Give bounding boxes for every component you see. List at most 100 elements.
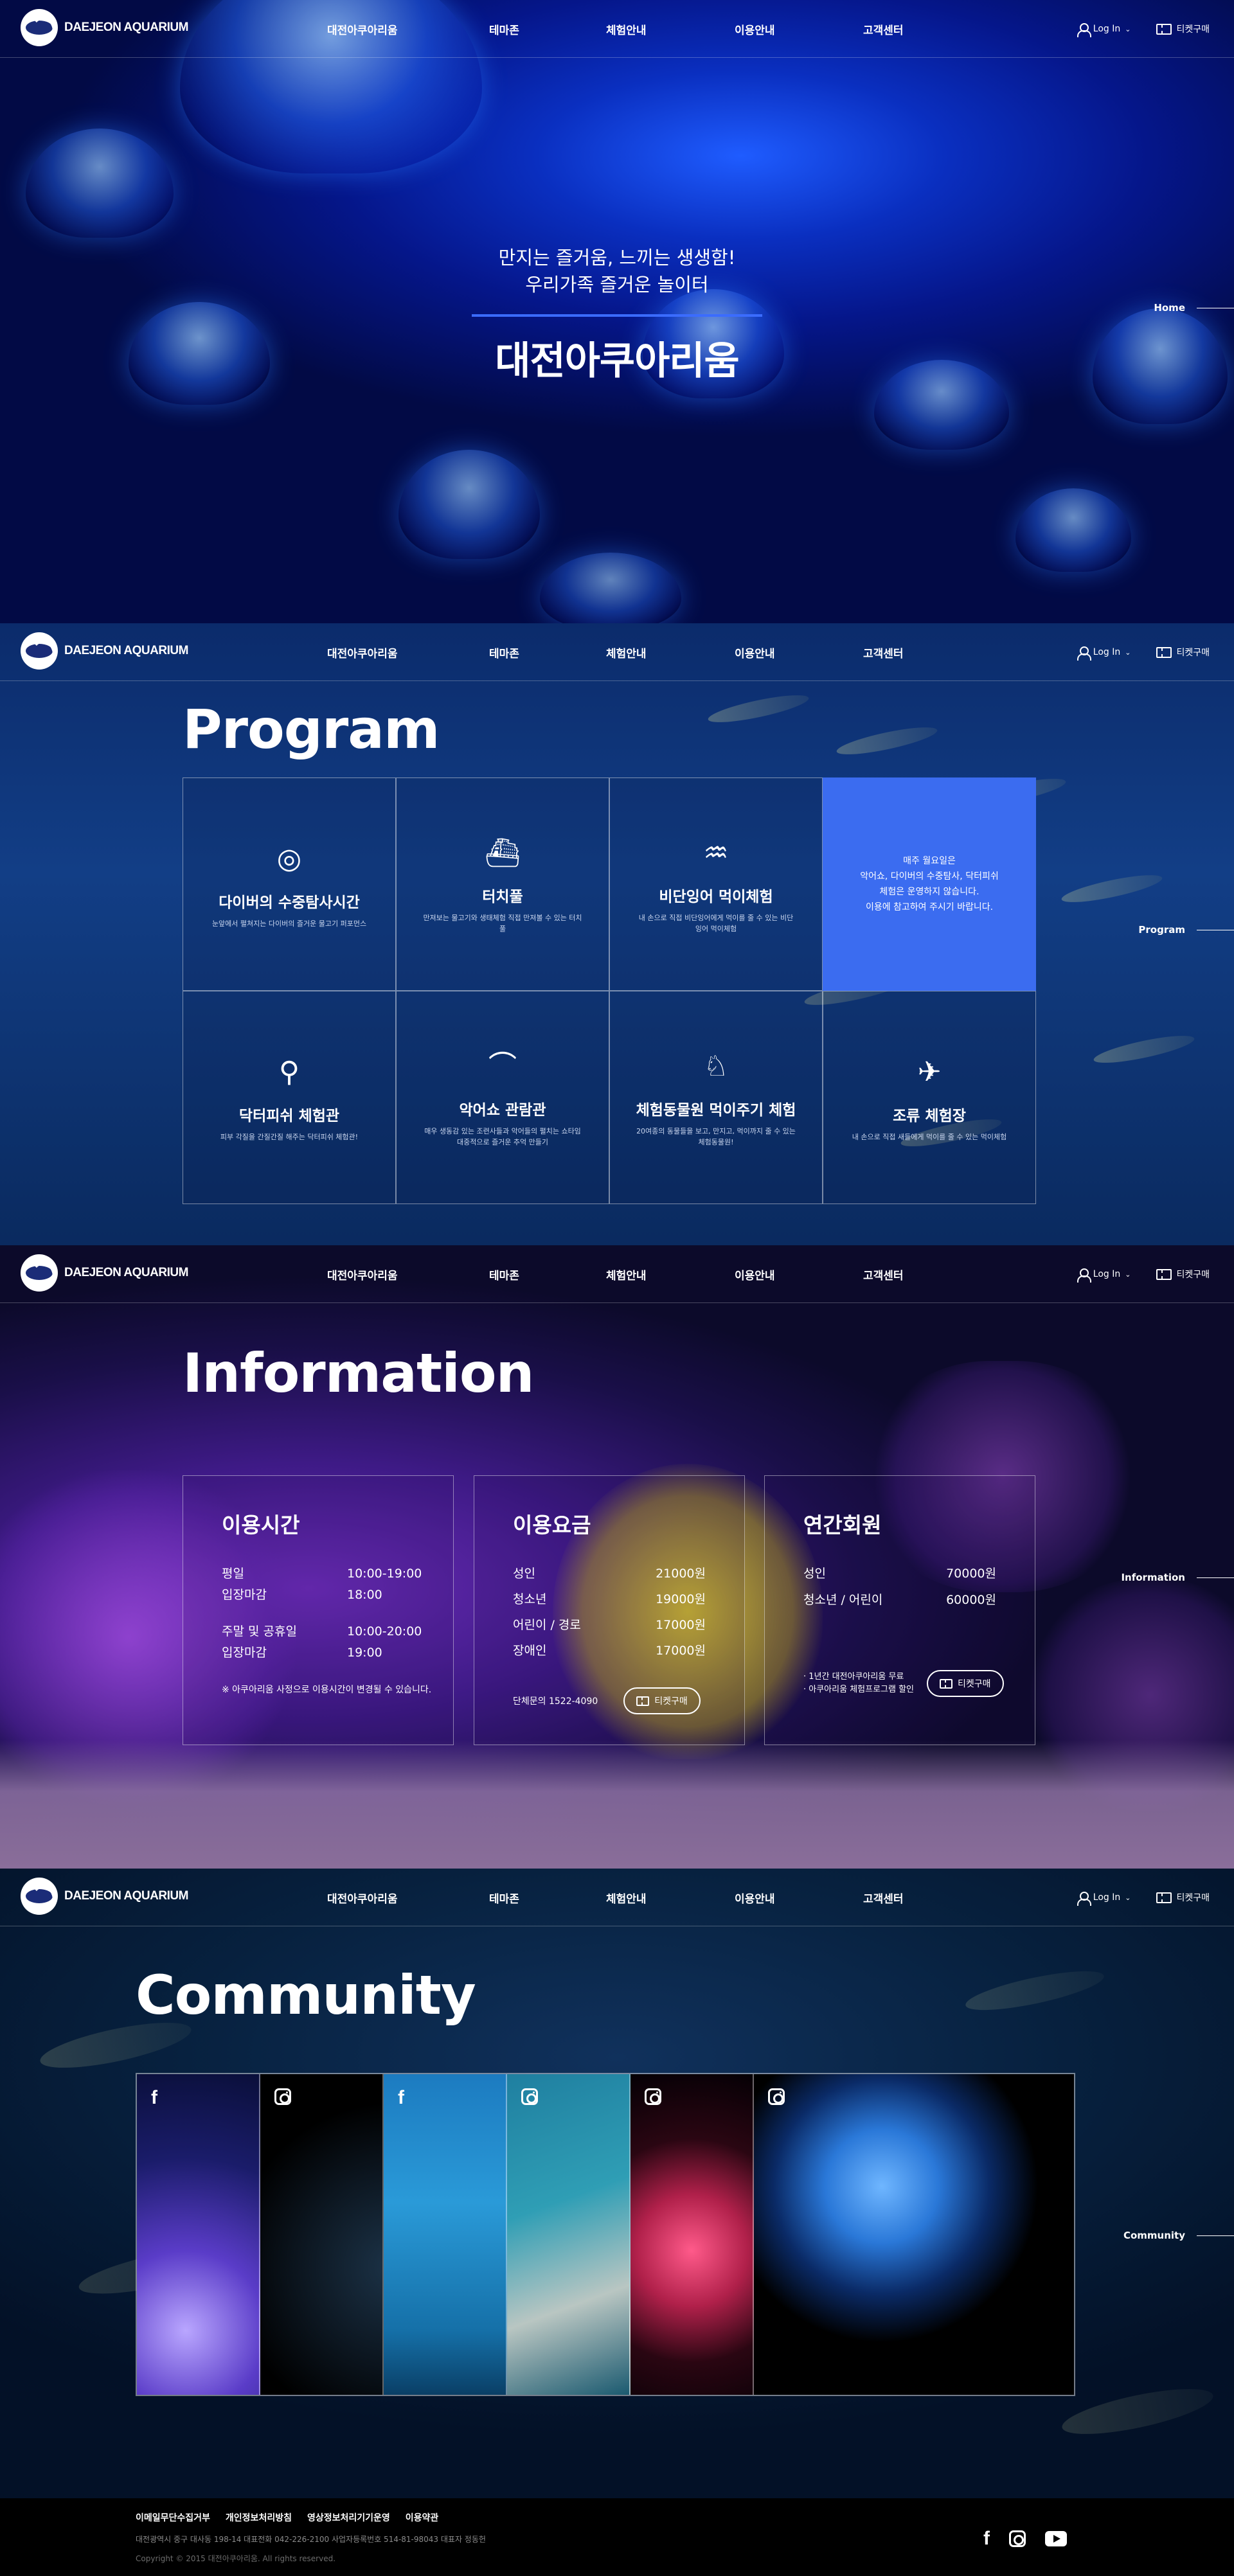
login-button[interactable]: Log In ⌄: [1077, 23, 1131, 37]
community-title: Community: [136, 1964, 476, 2027]
fee-row: 청소년 19000원: [513, 1589, 706, 1610]
login-label: Log In: [1093, 1269, 1121, 1279]
footer-link-privacy[interactable]: 개인정보처리방침: [226, 2511, 292, 2524]
login-label: Log In: [1093, 24, 1121, 34]
annual-footer: · 1년간 대전아쿠아리움 무료 · 아쿠아리움 체험프로그램 할인 티켓구매: [803, 1670, 1035, 1697]
nav-item-support[interactable]: 고객센터: [863, 21, 904, 37]
community-post[interactable]: [630, 2074, 754, 2395]
chevron-down-icon: ⌄: [1125, 1893, 1131, 1902]
section-indicator-community[interactable]: Community: [1123, 2230, 1234, 2241]
fee-row: 성인 21000원: [513, 1563, 706, 1585]
site-logo[interactable]: DAEJEON AQUARIUM: [21, 1254, 188, 1292]
program-card-desc: 내 손으로 직접 새들에게 먹이를 줄 수 있는 먹이체험: [852, 1132, 1007, 1141]
fee-label: 청소년: [513, 1592, 547, 1606]
nav-item-experience[interactable]: 체험안내: [606, 1266, 647, 1283]
nav-item-experience[interactable]: 체험안내: [606, 1890, 647, 1906]
nav-item-themezone[interactable]: 테마존: [489, 21, 519, 37]
instagram-icon: [645, 2088, 661, 2105]
nav-item-aquarium[interactable]: 대전아쿠아리움: [327, 1266, 397, 1283]
program-card-koi[interactable]: ♒ 비단잉어 먹이체험 내 손으로 직접 비단잉어에게 먹이를 줄 수 있는 비…: [609, 777, 823, 991]
nav-item-themezone[interactable]: 테마존: [489, 644, 519, 661]
nav-item-support[interactable]: 고객센터: [863, 644, 904, 661]
section-indicator-home[interactable]: Home: [1154, 302, 1234, 314]
hero-divider: [472, 314, 762, 317]
nav-item-usage[interactable]: 이용안내: [735, 1890, 775, 1906]
section-indicator-information[interactable]: Information: [1121, 1572, 1234, 1583]
community-post[interactable]: [260, 2074, 384, 2395]
site-logo[interactable]: DAEJEON AQUARIUM: [21, 9, 188, 46]
site-logo[interactable]: DAEJEON AQUARIUM: [21, 632, 188, 670]
ticket-button[interactable]: 티켓구매: [1156, 1268, 1210, 1281]
logo-text: DAEJEON AQUARIUM: [64, 1889, 188, 1903]
nav-item-support[interactable]: 고객센터: [863, 1266, 904, 1283]
annual-row: 성인 70000원: [803, 1563, 996, 1585]
program-card-petting-zoo[interactable]: ♘ 체험동물원 먹이주기 체험 20여종의 동물들을 보고, 만지고, 먹이까지…: [609, 991, 823, 1204]
nav-item-themezone[interactable]: 테마존: [489, 1890, 519, 1906]
section-indicator-label: Information: [1121, 1572, 1185, 1583]
youtube-icon[interactable]: [1045, 2531, 1067, 2546]
nav-item-aquarium[interactable]: 대전아쿠아리움: [327, 1890, 397, 1906]
section-indicator-label: Community: [1123, 2230, 1185, 2241]
hours-row: 입장마감 19:00: [222, 1642, 453, 1664]
hero-subtitle-2: 우리가족 즐거운 놀이터: [525, 274, 709, 296]
notice-line-1: 매주 월요일은: [903, 856, 956, 866]
ticket-icon: [636, 1696, 650, 1706]
site-logo[interactable]: DAEJEON AQUARIUM: [21, 1878, 188, 1915]
login-button[interactable]: Log In ⌄: [1077, 1268, 1131, 1283]
ticket-purchase-button[interactable]: 티켓구매: [623, 1687, 701, 1714]
bird-icon: ✈: [917, 1055, 942, 1088]
nav-item-usage[interactable]: 이용안내: [735, 21, 775, 37]
footer-link-email-policy[interactable]: 이메일무단수집거부: [136, 2511, 210, 2524]
nav-item-usage[interactable]: 이용안내: [735, 1266, 775, 1283]
header-utilities: Log In ⌄ 티켓구매: [1077, 623, 1210, 681]
nav-item-experience[interactable]: 체험안내: [606, 21, 647, 37]
annual-heading: 연간회원: [803, 1513, 882, 1538]
hours-label: 주말 및 공휴일: [222, 1624, 297, 1639]
login-button[interactable]: Log In ⌄: [1077, 1892, 1131, 1906]
ticket-icon: [1156, 23, 1172, 35]
hero-subtitle-1: 만지는 즐거움, 느끼는 생생함!: [498, 247, 736, 269]
program-card-desc: 내 손으로 직접 비단잉어에게 먹이를 줄 수 있는 비단잉어 먹이체험: [638, 914, 794, 933]
nav-item-themezone[interactable]: 테마존: [489, 1266, 519, 1283]
fee-row: 장애인 17000원: [513, 1640, 706, 1662]
ticket-button[interactable]: 티켓구매: [1156, 1891, 1210, 1904]
nav-item-aquarium[interactable]: 대전아쿠아리움: [327, 21, 397, 37]
program-card-doctorfish[interactable]: ⚲ 닥터피쉬 체험관 피부 각질을 간질간질 해주는 닥터피쉬 체험관!: [183, 991, 396, 1204]
nav-item-usage[interactable]: 이용안내: [735, 644, 775, 661]
login-button[interactable]: Log In ⌄: [1077, 646, 1131, 661]
ticket-purchase-label: 티켓구매: [654, 1696, 688, 1706]
instagram-icon[interactable]: [1009, 2530, 1026, 2547]
program-card-title: 조류 체험장: [893, 1107, 966, 1124]
program-card-touchpool[interactable]: ⛴ 터치풀 만져보는 물고기와 생태체험 직접 만져볼 수 있는 터치풀: [396, 777, 609, 991]
program-card-bird[interactable]: ✈ 조류 체험장 내 손으로 직접 새들에게 먹이를 줄 수 있는 먹이체험: [823, 991, 1036, 1204]
crocodile-icon: ⌒: [488, 1050, 517, 1083]
footer-link-terms[interactable]: 이용약관: [406, 2511, 439, 2524]
facebook-icon[interactable]: f: [983, 2529, 990, 2548]
community-post[interactable]: f: [137, 2074, 260, 2395]
ticket-button[interactable]: 티켓구매: [1156, 22, 1210, 35]
program-title: Program: [183, 698, 440, 761]
community-post[interactable]: f: [384, 2074, 507, 2395]
footer-link-cctv[interactable]: 영상정보처리기기운영: [307, 2511, 390, 2524]
ticket-label: 티켓구매: [1176, 1893, 1210, 1903]
nav-item-experience[interactable]: 체험안내: [606, 644, 647, 661]
section-indicator-program[interactable]: Program: [1138, 924, 1234, 936]
instagram-icon: [521, 2088, 538, 2105]
hours-value: 18:00: [347, 1588, 382, 1602]
program-notice-card: 매주 월요일은 악어쇼, 다이버의 수중탐사, 닥터피쉬 체험은 운영하지 않습…: [823, 777, 1036, 991]
fee-label: 어린이 / 경로: [513, 1618, 581, 1632]
doctor-fish-icon: ⚲: [278, 1055, 300, 1088]
program-card-desc: 피부 각질을 간질간질 해주는 닥터피쉬 체험관!: [220, 1132, 359, 1141]
annual-ticket-button[interactable]: 티켓구매: [927, 1670, 1004, 1697]
program-card-diver[interactable]: ◎ 다이버의 수중탐사시간 눈앞에서 펼쳐지는 다이버의 즐거운 물고기 퍼포먼…: [183, 777, 396, 991]
nav-item-aquarium[interactable]: 대전아쿠아리움: [327, 644, 397, 661]
fees-card: 이용요금 성인 21000원 청소년 19000원 어린이 / 경로 17000원 장…: [474, 1475, 745, 1745]
logo-text: DAEJEON AQUARIUM: [64, 644, 188, 657]
program-card-crocodile[interactable]: ⌒ 악어쇼 관람관 매우 생동감 있는 조련사들과 악어들의 펼치는 쇼타임 대…: [396, 991, 609, 1204]
information-title: Information: [183, 1342, 534, 1405]
ticket-button[interactable]: 티켓구매: [1156, 646, 1210, 659]
community-post[interactable]: [507, 2074, 630, 2395]
community-post[interactable]: [754, 2074, 1074, 2395]
ticket-label: 티켓구매: [1176, 24, 1210, 35]
nav-item-support[interactable]: 고객센터: [863, 1890, 904, 1906]
